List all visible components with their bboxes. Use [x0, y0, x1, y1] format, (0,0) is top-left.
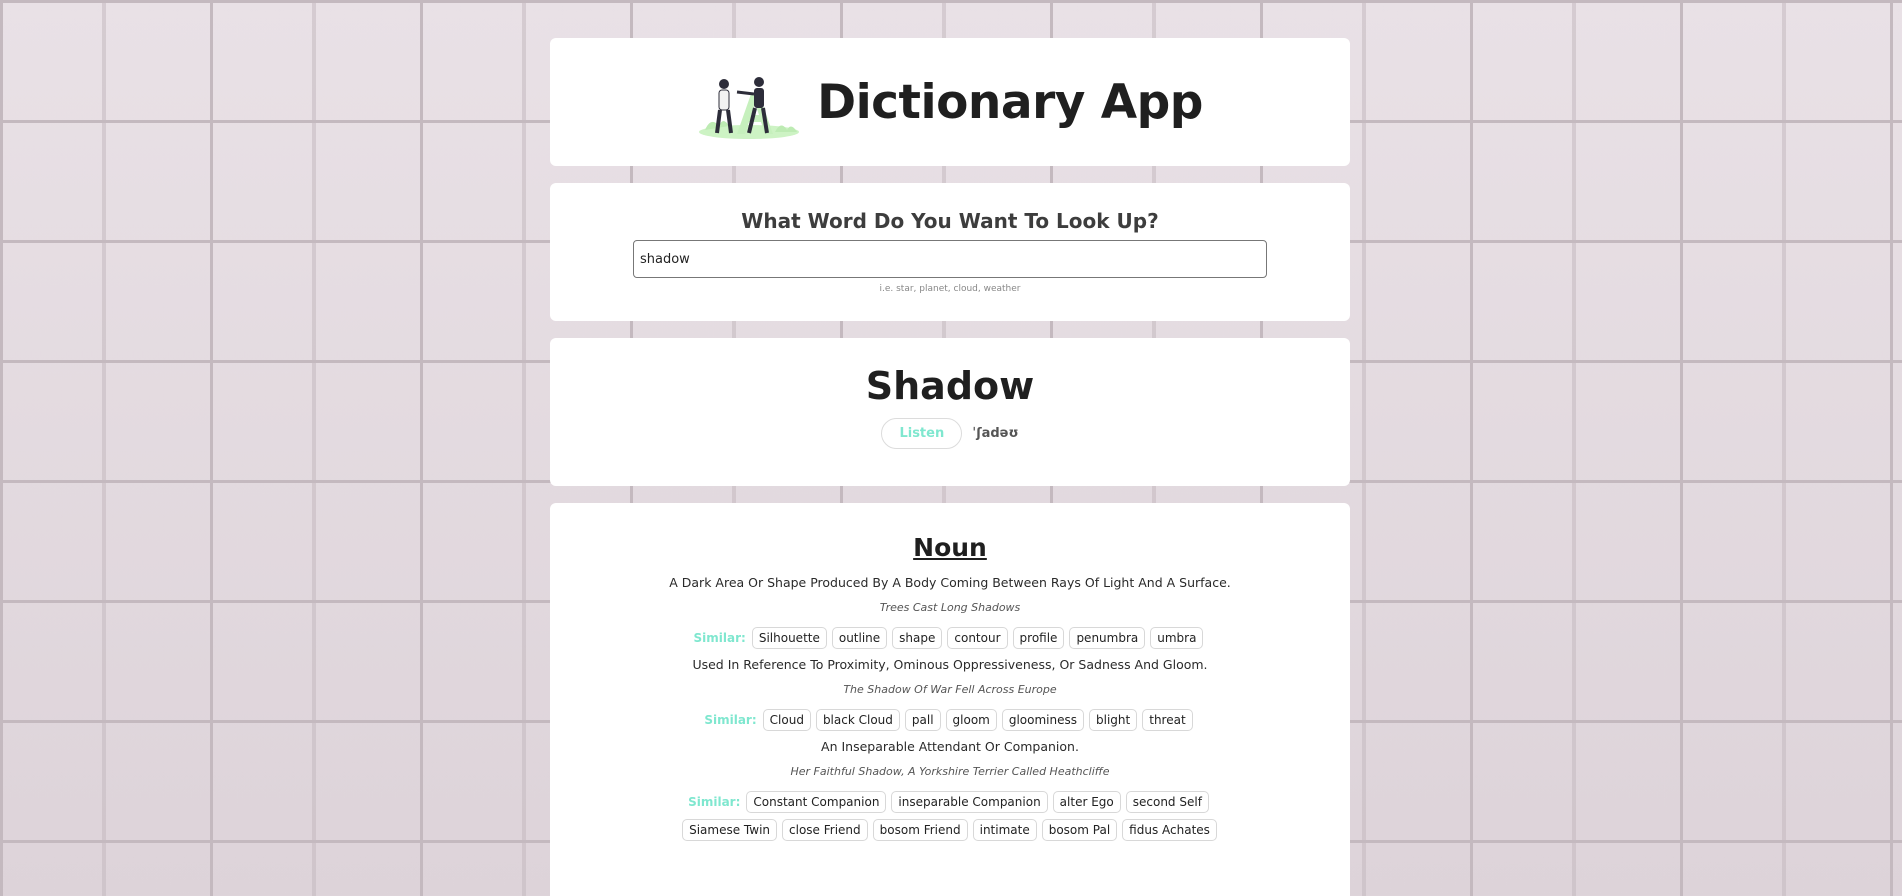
search-hint: i.e. star, planet, cloud, weather	[879, 284, 1021, 294]
similar-tag[interactable]: Siamese Twin	[682, 819, 778, 841]
header-card: Dictionary App	[550, 38, 1350, 166]
listen-button[interactable]: Listen	[881, 418, 963, 449]
similar-tag[interactable]: umbra	[1150, 627, 1204, 649]
similar-tag[interactable]: penumbra	[1069, 627, 1146, 649]
similar-tag[interactable]: shape	[892, 627, 943, 649]
example-text: Trees Cast Long Shadows	[879, 601, 1021, 614]
similar-tag[interactable]: Cloud	[762, 709, 811, 731]
similar-label: Similar:	[704, 713, 757, 727]
definition-text: Used In Reference To Proximity, Ominous …	[692, 657, 1208, 672]
similar-row: Similar: Constant Companion inseparable …	[670, 791, 1230, 841]
similar-tag[interactable]: intimate	[972, 819, 1037, 841]
example-text: Her Faithful Shadow, A Yorkshire Terrier…	[790, 765, 1110, 778]
pronunciation-row: Listen ˈʃadəʊ	[550, 418, 1350, 449]
similar-tag[interactable]: inseparable Companion	[891, 791, 1048, 813]
similar-tag[interactable]: blight	[1089, 709, 1138, 731]
definition-item: An Inseparable Attendant Or Companion. H…	[550, 737, 1350, 841]
definition-item: A Dark Area Or Shape Produced By A Body …	[550, 573, 1350, 649]
similar-tag[interactable]: profile	[1012, 627, 1065, 649]
word-title: Shadow	[865, 364, 1035, 408]
similar-tag[interactable]: alter Ego	[1052, 791, 1121, 813]
similar-row: Similar: Cloud black Cloud pall gloom gl…	[670, 709, 1230, 731]
meaning-card: Noun A Dark Area Or Shape Produced By A …	[550, 503, 1350, 896]
similar-tag[interactable]: threat	[1142, 709, 1193, 731]
similar-label: Similar:	[693, 631, 746, 645]
similar-tag[interactable]: fidus Achates	[1122, 819, 1217, 841]
similar-row: Similar: Silhouette outline shape contou…	[670, 627, 1230, 649]
definitions-list: A Dark Area Or Shape Produced By A Body …	[550, 573, 1350, 847]
similar-tag[interactable]: pall	[904, 709, 941, 731]
similar-tag[interactable]: bosom Friend	[872, 819, 968, 841]
definition-item: Used In Reference To Proximity, Ominous …	[550, 655, 1350, 731]
similar-tag[interactable]: gloominess	[1001, 709, 1085, 731]
app-title: Dictionary App	[817, 74, 1203, 130]
similar-tag[interactable]: black Cloud	[815, 709, 900, 731]
similar-tag[interactable]: gloom	[945, 709, 997, 731]
search-card: What Word Do You Want To Look Up? i.e. s…	[550, 183, 1350, 321]
word-card: Shadow Listen ˈʃadəʊ	[550, 338, 1350, 486]
similar-tag[interactable]: Silhouette	[751, 627, 827, 649]
example-text: The Shadow Of War Fell Across Europe	[843, 683, 1057, 696]
part-of-speech-heading: Noun	[913, 533, 987, 562]
similar-tag[interactable]: second Self	[1125, 791, 1209, 813]
phonetic-text: ˈʃadəʊ	[972, 426, 1019, 441]
similar-tag[interactable]: Constant Companion	[746, 791, 887, 813]
similar-tag[interactable]: bosom Pal	[1041, 819, 1118, 841]
similar-label: Similar:	[688, 795, 741, 809]
similar-tag[interactable]: close Friend	[782, 819, 868, 841]
search-input[interactable]	[633, 240, 1267, 278]
similar-tag[interactable]: contour	[947, 627, 1008, 649]
similar-tag[interactable]: outline	[831, 627, 888, 649]
definition-text: An Inseparable Attendant Or Companion.	[821, 739, 1079, 754]
definition-text: A Dark Area Or Shape Produced By A Body …	[669, 575, 1231, 590]
search-heading: What Word Do You Want To Look Up?	[741, 209, 1159, 233]
people-dictionary-illustration-icon	[699, 77, 800, 139]
